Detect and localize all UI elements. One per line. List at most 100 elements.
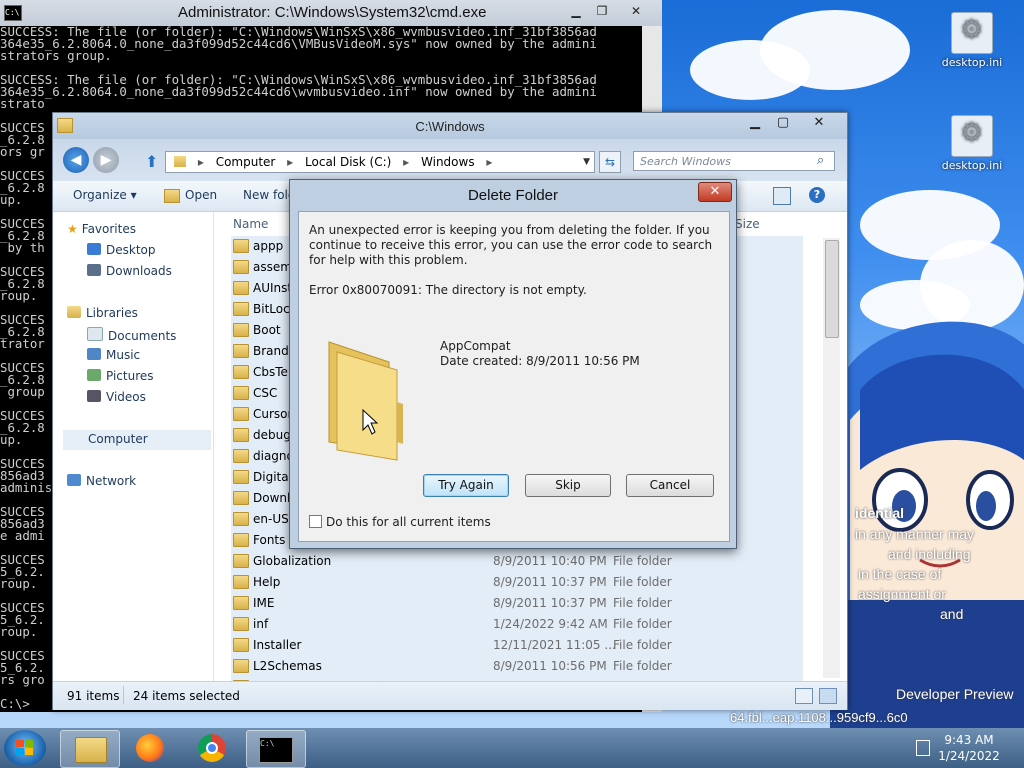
delete-folder-dialog[interactable]: Delete Folder ✕ An unexpected error is k… <box>289 179 737 549</box>
file-name: CSC <box>253 386 278 400</box>
column-size[interactable]: Size <box>735 217 760 231</box>
up-arrow-icon[interactable]: ⬆ <box>145 152 158 171</box>
details-view-icon[interactable] <box>795 688 813 704</box>
minimize-icon[interactable]: ▁ <box>741 113 769 133</box>
folder-icon <box>233 533 249 547</box>
folder-icon <box>233 638 249 652</box>
folder-icon <box>233 596 249 610</box>
forward-arrow-icon[interactable]: ▶ <box>93 147 119 173</box>
close-icon[interactable]: ✕ <box>624 2 648 20</box>
breadcrumb-computer[interactable]: Computer <box>216 155 276 169</box>
taskbar: C:\ 9:43 AM 1/24/2022 <box>0 728 1024 768</box>
taskbar-explorer[interactable] <box>60 730 120 768</box>
table-row[interactable]: inf 1/24/2022 9:42 AM File folder <box>231 614 803 635</box>
cmd-line: strato <box>0 96 45 111</box>
table-row[interactable]: Installer 12/11/2021 11:05 ... File folder <box>231 635 803 656</box>
help-icon[interactable]: ? <box>809 187 825 203</box>
organize-button[interactable]: Organize ▾ <box>73 188 137 202</box>
try-again-button[interactable]: Try Again <box>423 474 509 497</box>
preview-pane-icon[interactable] <box>773 187 791 205</box>
table-row[interactable]: IME 8/9/2011 10:37 PM File folder <box>231 593 803 614</box>
chevron-down-icon[interactable]: ▼ <box>583 152 590 172</box>
file-type: File folder <box>613 617 672 631</box>
dialog-close-button[interactable]: ✕ <box>698 182 732 202</box>
table-row[interactable]: Globalization 8/9/2011 10:40 PM File folde… <box>231 551 803 572</box>
documents-icon <box>87 327 103 341</box>
folder-icon <box>233 239 249 253</box>
nav-pictures[interactable]: Pictures <box>87 369 154 383</box>
dialog-title-bar[interactable]: Delete Folder ✕ <box>290 180 736 210</box>
file-date: 8/9/2011 10:56 PM <box>493 659 607 673</box>
file-date: 8/9/2011 10:37 PM <box>493 596 607 610</box>
file-name: Boot <box>253 323 281 337</box>
explorer-title-bar[interactable]: C:\Windows ▁ ▢ ✕ <box>53 113 847 139</box>
address-row: ◀ ▶ ⬆ ▸ Computer ▸ Local Disk (C:) ▸ Win… <box>53 139 847 181</box>
settings-file-icon <box>951 12 993 54</box>
nav-desktop[interactable]: Desktop <box>87 243 156 257</box>
file-name: inf <box>253 617 269 631</box>
watermark-text: 64.fbl...eap.1108...959cf9...6c0 <box>730 710 908 725</box>
taskbar-chrome[interactable] <box>184 730 242 766</box>
nav-favorites[interactable]: ★ Favorites <box>67 222 136 236</box>
desktop-icon <box>87 243 101 255</box>
folder-icon <box>233 386 249 400</box>
nav-network[interactable]: Network <box>67 474 136 488</box>
taskbar-cmd[interactable]: C:\ <box>246 730 306 768</box>
desktop-ini-file-icon[interactable]: desktop.ini <box>940 12 1004 69</box>
nav-label: Videos <box>106 390 146 404</box>
watermark-text: in any manner may <box>855 526 975 542</box>
scroll-thumb[interactable] <box>825 240 839 338</box>
close-icon[interactable]: ✕ <box>805 113 833 133</box>
back-arrow-icon[interactable]: ◀ <box>63 147 89 173</box>
nav-videos[interactable]: Videos <box>87 390 146 404</box>
error-code: Error 0x80070091: The directory is not e… <box>309 283 587 297</box>
folder-icon <box>233 512 249 526</box>
breadcrumb-windows[interactable]: Windows <box>421 155 475 169</box>
open-button[interactable]: Open <box>185 188 217 202</box>
file-name: Help <box>253 575 281 589</box>
file-name: Installer <box>253 638 302 652</box>
desktop-ini-file-icon[interactable]: desktop.ini <box>940 115 1004 172</box>
nav-downloads[interactable]: Downloads <box>87 264 172 278</box>
refresh-icon[interactable]: ⇆ <box>599 151 621 173</box>
folder-icon <box>233 323 249 337</box>
file-list-scrollbar[interactable] <box>823 238 840 678</box>
start-button[interactable] <box>4 730 46 766</box>
nav-music[interactable]: Music <box>87 348 140 362</box>
apply-all-checkbox[interactable]: Do this for all current items <box>309 515 491 529</box>
search-icon[interactable]: ⌕ <box>817 153 824 168</box>
breadcrumb-local-disk[interactable]: Local Disk (C:) <box>305 155 391 169</box>
nav-libraries[interactable]: Libraries <box>67 306 138 320</box>
table-row[interactable]: Help 8/9/2011 10:37 PM File folder <box>231 572 803 593</box>
minimize-icon[interactable]: ▁ <box>564 2 588 20</box>
cmd-title-bar[interactable]: C:\ Administrator: C:\Windows\System32\c… <box>0 0 662 26</box>
notification-icon[interactable] <box>916 740 930 756</box>
large-icons-view-icon[interactable] <box>819 688 837 704</box>
skip-button[interactable]: Skip <box>525 474 611 497</box>
clock-date: 1/24/2022 <box>938 749 1000 763</box>
checkbox-box[interactable] <box>309 515 322 528</box>
star-icon: ★ <box>67 222 78 236</box>
taskbar-firefox[interactable] <box>122 730 180 766</box>
cancel-button[interactable]: Cancel <box>626 474 714 497</box>
column-name[interactable]: Name <box>233 217 268 231</box>
file-name: debug <box>253 428 291 442</box>
cmd-title: Administrator: C:\Windows\System32\cmd.e… <box>178 4 487 21</box>
checkbox-label: Do this for all current items <box>326 515 491 529</box>
folder-icon <box>233 575 249 589</box>
maximize-icon[interactable]: ▢ <box>769 113 797 133</box>
file-name: Digital <box>253 470 292 484</box>
nav-computer[interactable]: Computer <box>63 430 211 450</box>
file-name: diagno <box>253 449 294 463</box>
navigation-pane: ★ Favorites Desktop Downloads Libraries D… <box>53 212 214 682</box>
clock[interactable]: 9:43 AM 1/24/2022 <box>934 732 1004 764</box>
address-bar[interactable]: ▸ Computer ▸ Local Disk (C:) ▸ Windows ▸… <box>165 151 595 173</box>
table-row[interactable]: L2Schemas 8/9/2011 10:56 PM File folder <box>231 656 803 677</box>
maximize-icon[interactable]: ❐ <box>590 2 614 20</box>
search-input[interactable]: Search Windows <box>633 151 835 171</box>
cloud <box>760 10 910 90</box>
watermark-text: and including <box>888 546 971 562</box>
open-folder-icon <box>164 189 180 203</box>
file-name: Downl <box>253 491 291 505</box>
nav-documents[interactable]: Documents <box>87 327 176 343</box>
